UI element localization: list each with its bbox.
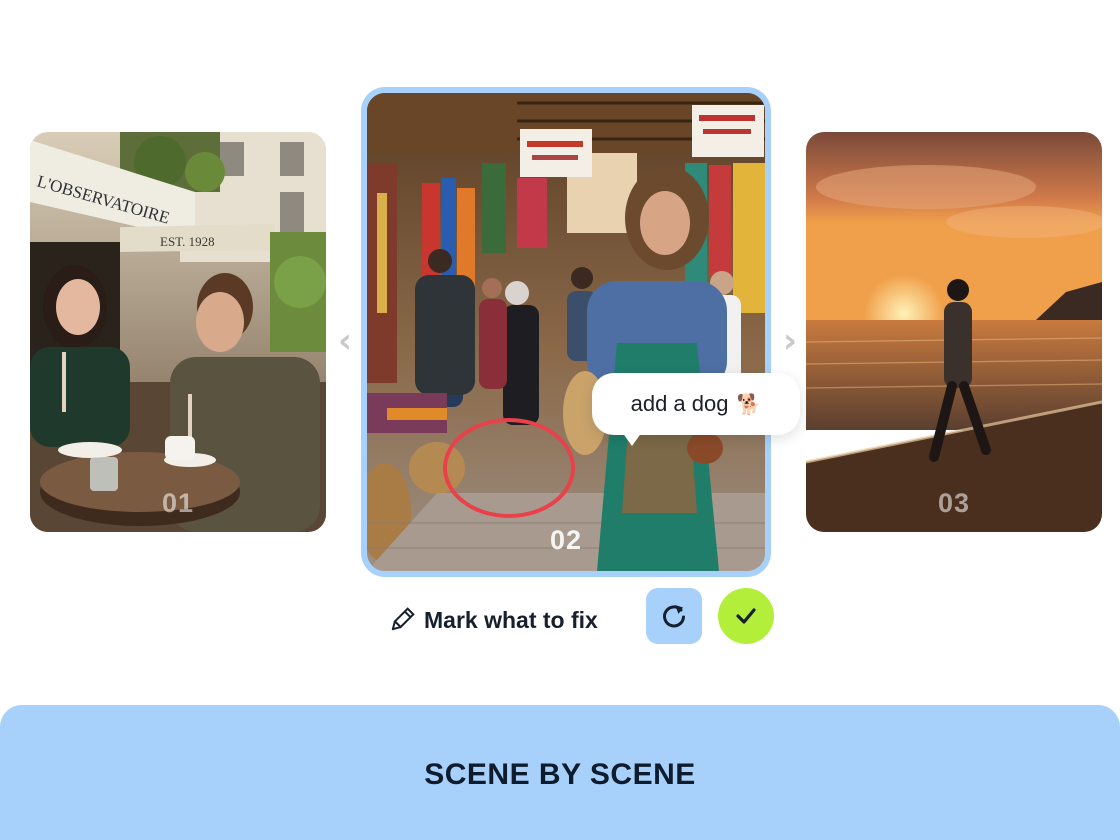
refresh-icon [663,605,685,628]
mark-what-to-fix-button[interactable]: Mark what to fix [388,600,598,640]
scene-number: 02 [549,525,583,555]
chevron-right-icon[interactable]: › [778,322,802,360]
annotation-bubble[interactable]: add a dog 🐕 [592,373,800,435]
mark-label: Mark what to fix [424,606,598,633]
footer-title: SCENE BY SCENE [424,757,696,791]
scene-number: 03 [937,488,971,518]
pencil-icon [391,607,415,631]
footer-banner: SCENE BY SCENE [0,705,1120,840]
confirm-button[interactable] [718,588,774,644]
scene-card-03[interactable]: 03 [806,132,1102,532]
regenerate-button[interactable] [646,588,702,644]
scene-number: 01 [161,488,195,518]
scene-card-01[interactable]: L'OBSERVATOIRE EST. 1928 01 [30,132,326,532]
beach-sunset-photo [806,132,1102,532]
chevron-left-icon[interactable]: ‹ [333,322,357,360]
annotation-text: add a dog [630,391,729,416]
awning-text: EST. 1928 [160,234,215,249]
bubble-tail [622,432,642,446]
checkmark-icon [736,608,756,624]
dog-icon: 🐕 [736,392,762,416]
scene-card-02[interactable]: 02 [367,93,765,571]
mark-circle[interactable] [367,93,765,571]
cafe-couple-photo: L'OBSERVATOIRE EST. 1928 [30,132,326,532]
